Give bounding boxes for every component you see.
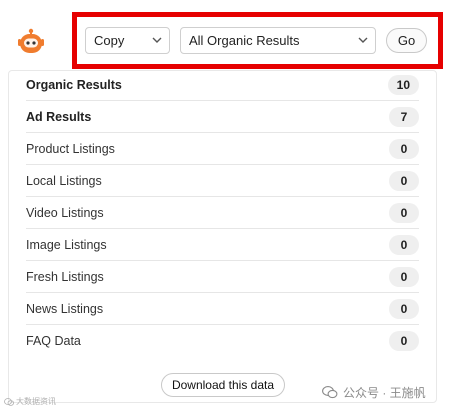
result-row-ad: Ad Results 7 [26,101,419,133]
robot-avatar-icon [18,28,44,53]
result-count: 0 [389,170,419,191]
result-count: 0 [389,202,419,223]
watermark-right-text: 公众号 · 王施帆 [343,386,426,400]
result-label: FAQ Data [26,334,81,348]
chevron-down-icon [358,37,368,43]
watermark-right: 公众号 · 王施帆 [322,384,426,401]
result-row-fresh: Fresh Listings 0 [26,261,419,293]
copy-format-select[interactable]: Copy [85,27,170,54]
watermark-left-text: 大数据资讯 [16,397,56,406]
result-label: Fresh Listings [26,269,104,284]
download-data-button[interactable]: Download this data [161,373,285,397]
result-count: 7 [389,106,419,127]
go-button[interactable]: Go [386,28,427,53]
wechat-icon [322,386,338,399]
result-label: Video Listings [26,205,104,220]
result-label: Local Listings [26,173,102,188]
result-type-select[interactable]: All Organic Results [180,27,376,54]
scraper-popup: Copy All Organic Results Go Organic Resu… [0,0,450,411]
result-type-value: All Organic Results [189,33,300,48]
result-row-product: Product Listings 0 [26,133,419,165]
result-count: 10 [387,74,419,95]
result-row-news: News Listings 0 [26,293,419,325]
result-label: Product Listings [26,141,115,156]
result-count: 0 [389,331,419,351]
result-label: News Listings [26,301,104,316]
wechat-icon [4,397,14,406]
result-row-image: Image Listings 0 [26,229,419,261]
result-row-organic: Organic Results 10 [26,69,419,101]
result-label: Ad Results [26,109,92,124]
chevron-down-icon [152,37,162,43]
result-label: Image Listings [26,237,107,252]
result-row-faq: FAQ Data 0 [26,325,419,357]
result-row-local: Local Listings 0 [26,165,419,197]
copy-format-value: Copy [94,33,125,48]
result-row-video: Video Listings 0 [26,197,419,229]
result-label: Organic Results [26,77,122,92]
result-count: 0 [389,298,419,319]
watermark-left: 大数据资讯 [4,396,56,407]
result-count: 0 [389,234,419,255]
result-count: 0 [389,138,419,159]
result-count: 0 [389,266,419,287]
